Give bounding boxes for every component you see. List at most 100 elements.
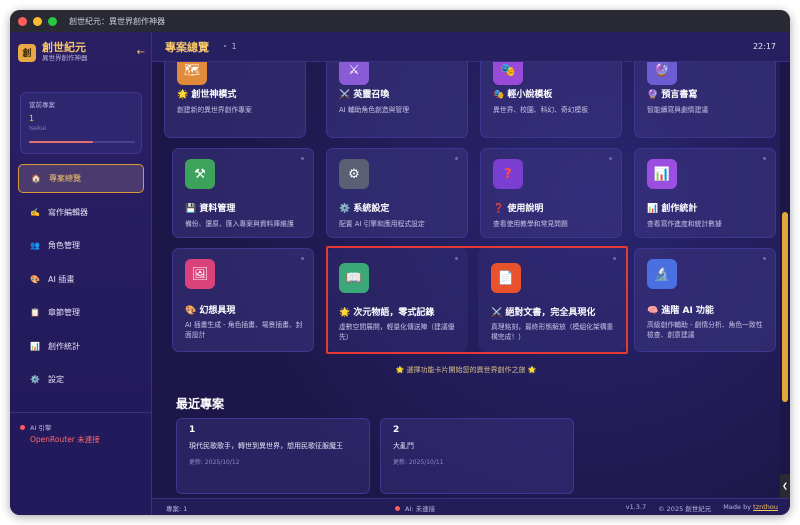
card-title: 🧠 進階 AI 功能 [647, 306, 714, 316]
sidebar-item-editor[interactable]: ✍️ 寫作編輯器 [18, 198, 144, 227]
recent-project-number: 2 [393, 425, 400, 435]
maximize-window-button[interactable] [48, 16, 57, 26]
card-data-management[interactable]: ⚒ 💾 資料管理 備份、還原、匯入專案與資料庫維護 [172, 148, 314, 238]
current-project-label: 當前專案 [29, 101, 55, 109]
current-project-subtitle: Isekai [29, 125, 47, 132]
footer-info: v1.3.7 © 2025 創世紀元 Made by tznthou [626, 503, 778, 513]
app-window: 創世紀元：異世界創作神器 創 創世紀元 異世界創作神器 ← 當前專案 1 Ise… [10, 10, 790, 515]
card-creator-mode[interactable]: 🗺 🌟 創世神模式 創建新的異世界創作專案 [164, 62, 306, 138]
card-title: 📊 創作統計 [647, 204, 698, 214]
footer-ai-status: AI: 未連接 [395, 503, 435, 513]
sparkle-icon [301, 257, 304, 260]
sidebar-item-chapters[interactable]: 📋 章節管理 [18, 298, 144, 327]
sidebar-item-characters[interactable]: 👥 角色管理 [18, 231, 144, 260]
footer-copyright: © 2025 創世紀元 [658, 505, 712, 513]
recent-project-title: 現代民歌歌手，轉世到異世界，想用民歌征服魔王 [189, 442, 343, 450]
card-fantasy-illustration[interactable]: 🖼 🎨 幻想具現 AI 插畫生成 - 角色插畫、場景插畫、封面設計 [172, 248, 314, 352]
sparkle-icon [455, 157, 458, 160]
card-title: 🎭 輕小說模板 [493, 90, 553, 100]
recent-project-date: 更新: 2025/10/12 [189, 459, 240, 466]
author-link[interactable]: tznthou [753, 503, 778, 511]
card-title: ⚙️ 系統設定 [339, 204, 390, 214]
window-title: 創世紀元：異世界創作神器 [69, 16, 165, 26]
card-desc: 高級創作輔助 - 劇情分析、角色一致性檢查、創意建議 [647, 321, 763, 339]
card-help[interactable]: ? ❓ 使用說明 查看使用教學和常見問題 [480, 148, 622, 238]
current-project-progress [29, 141, 135, 143]
card-desc: 創建新的異世界創作專案 [177, 106, 252, 114]
card-hero-summon[interactable]: ⚔ ⚔️ 英靈召喚 AI 輔助角色創造與管理 [326, 62, 468, 138]
progress-fill [29, 141, 93, 143]
sidebar-item-settings[interactable]: ⚙️ 設定 [18, 365, 144, 394]
project-count: ・ 1 [221, 42, 237, 51]
bar-chart-icon: 📊 [647, 159, 677, 189]
card-title: ⚔️ 英靈召喚 [339, 90, 390, 100]
microscope-icon: 🔬 [647, 259, 677, 289]
crystal-ball-icon: 🔮 [647, 62, 677, 85]
card-title: 🎨 幻想具現 [185, 306, 236, 316]
recent-project-2[interactable]: 2 大亂鬥 更新: 2025/10/11 [380, 418, 574, 494]
users-icon: 👥 [30, 241, 40, 250]
sparkle-icon [301, 157, 304, 160]
sidebar-item-label: 創作統計 [48, 341, 80, 351]
recent-project-number: 1 [189, 425, 196, 435]
hint-text: 🌟 選擇功能卡片開始您的異世界創作之旅 🌟 [395, 366, 537, 374]
ai-engine-status: AI 引擎 OpenRouter 未連接 [20, 422, 100, 445]
sidebar-item-ai-illustration[interactable]: 🎨 AI 插畫 [18, 265, 144, 294]
card-title: ❓ 使用說明 [493, 204, 544, 214]
card-desc: 智能續寫與劇情建議 [647, 106, 709, 114]
collapse-sidebar-button[interactable]: ← [137, 47, 145, 58]
main-scrollbar[interactable] [780, 62, 790, 498]
sparkle-icon [609, 157, 612, 160]
card-desc: 異世界、校園、科幻、奇幻模板 [493, 106, 589, 114]
recent-project-1[interactable]: 1 現代民歌歌手，轉世到異世界，想用民歌征服魔王 更新: 2025/10/12 [176, 418, 370, 494]
sparkle-icon [763, 157, 766, 160]
brand-logo: 創 [18, 43, 36, 62]
card-prophecy-writing[interactable]: 🔮 🔮 預言書寫 智能續寫與劇情建議 [634, 62, 776, 138]
scrollbar-thumb[interactable] [782, 212, 788, 402]
sidebar-nav: 🏠 專案總覽 ✍️ 寫作編輯器 👥 角色管理 🎨 AI 插畫 📋 章節管理 📊 [18, 164, 144, 399]
footer-project-count: 專案: 1 [166, 505, 188, 513]
sidebar-divider [10, 412, 152, 413]
sidebar-item-label: 角色管理 [48, 241, 80, 250]
close-window-button[interactable] [18, 16, 27, 26]
map-icon: 🗺 [177, 62, 207, 85]
palette-icon: 🎨 [30, 274, 40, 284]
card-writing-statistics[interactable]: 📊 📊 創作統計 查看寫作進度和統計數據 [634, 148, 776, 238]
card-title: 💾 資料管理 [185, 204, 236, 214]
brand-subtitle: 異世界創作神器 [42, 54, 88, 62]
sidebar: 創 創世紀元 異世界創作神器 ← 當前專案 1 Isekai 🏠 專案總覽 ✍️… [10, 32, 152, 515]
sidebar-item-label: AI 插畫 [48, 274, 75, 284]
current-project-card[interactable]: 當前專案 1 Isekai [20, 92, 142, 154]
gear-icon: ⚙️ [30, 375, 40, 384]
card-desc: 查看使用教學和常見問題 [493, 220, 568, 228]
engine-label: AI 引擎 [30, 424, 52, 432]
question-icon: ? [493, 159, 523, 189]
gear-icon: ⚙ [339, 159, 369, 189]
home-icon: 🏠 [31, 174, 41, 183]
card-desc: AI 插畫生成 - 角色插畫、場景插畫、封面設計 [185, 321, 303, 339]
recent-project-date: 更新: 2025/10/11 [393, 459, 444, 466]
card-advanced-ai[interactable]: 🔬 🧠 進階 AI 功能 高級創作輔助 - 劇情分析、角色一致性檢查、創意建議 [634, 248, 776, 352]
clock: 22:17 [752, 42, 776, 51]
brand: 創 創世紀元 異世界創作神器 [18, 42, 88, 63]
minimize-window-button[interactable] [33, 16, 42, 26]
sidebar-item-overview[interactable]: 🏠 專案總覽 [18, 164, 144, 193]
window-controls [18, 16, 57, 26]
card-desc: AI 輔助角色創造與管理 [339, 106, 409, 114]
footer-version: v1.3.7 [625, 503, 647, 511]
status-bar: 專案: 1 AI: 未連接 v1.3.7 © 2025 創世紀元 Made by… [152, 498, 790, 515]
sidebar-item-statistics[interactable]: 📊 創作統計 [18, 332, 144, 361]
card-system-settings[interactable]: ⚙ ⚙️ 系統設定 配置 AI 引擎和應用程式設定 [326, 148, 468, 238]
card-desc: 查看寫作進度和統計數據 [647, 220, 722, 228]
card-novel-template[interactable]: 🎭 🎭 輕小說模板 異世界、校園、科幻、奇幻模板 [480, 62, 622, 138]
recent-project-title: 大亂鬥 [393, 442, 414, 450]
sparkle-icon [763, 257, 766, 260]
current-project-number: 1 [29, 114, 35, 123]
card-title: 🔮 預言書寫 [647, 90, 698, 100]
theater-masks-icon: 🎭 [493, 62, 523, 85]
title-bar: 創世紀元：異世界創作神器 [10, 10, 790, 32]
engine-status: OpenRouter 未連接 [30, 435, 100, 444]
chevron-left-icon[interactable]: ❮ [780, 474, 790, 498]
footer-made-by: Made by [723, 503, 752, 511]
recent-projects-title: 最近專案 [176, 397, 225, 411]
